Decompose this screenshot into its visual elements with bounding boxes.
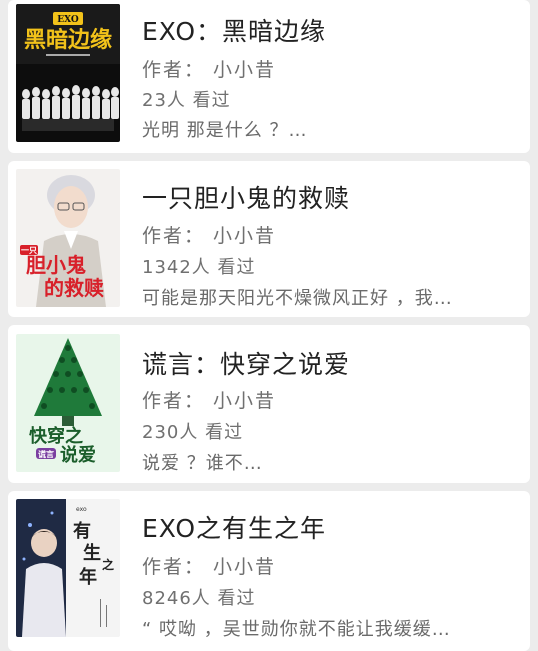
book-description: 光明 那是什么 ？…: [142, 120, 308, 141]
cover-face: [31, 529, 57, 557]
book-views: 230人 看过: [142, 422, 244, 443]
cover-shirt: [22, 563, 66, 637]
book-cover[interactable]: 一只 胆小鬼 的救赎: [16, 169, 120, 307]
book-author: 作者： 小小昔: [142, 390, 277, 412]
cover-title-text-1: 胆小鬼: [26, 253, 86, 277]
cover-badge-text: 谎言: [38, 449, 54, 459]
book-views: 8246人 看过: [142, 588, 256, 609]
book-title[interactable]: 一只胆小鬼的救赎: [142, 179, 350, 215]
cover-legs: [22, 119, 114, 131]
book-cover[interactable]: EXO 黑暗边缘: [16, 4, 120, 142]
book-card[interactable]: 快穿之 谎言 说爱 谎言：快穿之说爱 作者： 小小昔 230人 看过 说爱 ？谁…: [8, 325, 530, 483]
book-author: 作者： 小小昔: [142, 225, 277, 247]
cover-author-line: [100, 599, 101, 627]
book-title[interactable]: EXO之有生之年: [142, 509, 326, 545]
cover-divider: [46, 54, 90, 56]
cover-title-text-2: 生: [83, 542, 101, 564]
cover-title-text-1: 有: [73, 520, 91, 542]
book-views: 1342人 看过: [142, 257, 256, 278]
cover-sparkle: [22, 557, 26, 561]
cover-trunk: [62, 416, 74, 426]
cover-badge-text: EXO: [57, 15, 79, 25]
book-cover[interactable]: 快穿之 谎言 说爱: [16, 334, 120, 472]
cover-title-text: 黑暗边缘: [24, 27, 112, 53]
book-card[interactable]: 一只 胆小鬼 的救赎 一只胆小鬼的救赎 作者： 小小昔 1342人 看过 可能是…: [8, 161, 530, 317]
cover-image: 快穿之 谎言 说爱: [16, 334, 120, 472]
book-views: 23人 看过: [142, 90, 231, 111]
book-title[interactable]: EXO：黑暗边缘: [142, 12, 326, 48]
cover-image: 一只 胆小鬼 的救赎: [16, 169, 120, 307]
cover-title-text-2: 说爱: [60, 444, 96, 466]
book-description: 可能是那天阳光不燥微风正好 ，我…: [142, 288, 453, 309]
book-author: 作者： 小小昔: [142, 556, 277, 578]
cover-sparkle: [50, 511, 54, 515]
cover-title-text-4: 年: [79, 566, 97, 588]
cover-badge-text: exo: [76, 506, 87, 513]
cover-title-text-3: 之: [102, 557, 114, 572]
cover-title-text-2: 的救赎: [44, 276, 104, 300]
cover-author-line: [106, 605, 107, 627]
cover-sparkle: [28, 523, 32, 527]
cover-face: [54, 186, 88, 228]
cover-title-text-1: 快穿之: [29, 425, 83, 447]
cover-image: EXO 黑暗边缘: [16, 4, 120, 142]
book-cover[interactable]: exo 有 生 之 年: [16, 499, 120, 637]
cover-image: exo 有 生 之 年: [16, 499, 120, 637]
book-description: “ 哎呦 ，吴世勋你就不能让我缓缓…: [142, 619, 451, 640]
book-description: 说爱 ？谁不…: [142, 453, 263, 474]
book-card[interactable]: exo 有 生 之 年 EXO之有生之年 作者： 小小昔 8246人 看过 “ …: [8, 491, 530, 651]
book-title[interactable]: 谎言：快穿之说爱: [142, 345, 350, 381]
book-card[interactable]: EXO 黑暗边缘 EXO：黑暗边缘 作者： 小小昔 23人 看过 光明 那是什么…: [8, 0, 530, 153]
book-author: 作者： 小小昔: [142, 59, 277, 81]
book-list: EXO 黑暗边缘 EXO：黑暗边缘 作者： 小小昔 23人 看过 光明 那是什么…: [0, 0, 538, 651]
